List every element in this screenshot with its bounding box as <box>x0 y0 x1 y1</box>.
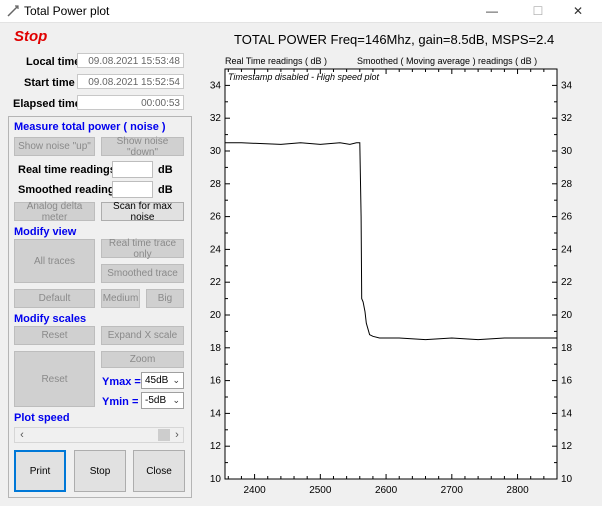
elapsed-time-label: Elapsed time <box>13 98 81 110</box>
scroll-thumb[interactable] <box>158 429 170 441</box>
close-button[interactable]: Close <box>133 450 185 492</box>
total-power-chart: Timestamp disabled - High speed plot 10 1… <box>210 68 573 496</box>
ymin-value: -5dB <box>145 395 167 406</box>
y-tick-label-left: 24 <box>210 244 222 255</box>
y-tick-label-left: 34 <box>210 80 222 91</box>
elapsed-time-field[interactable]: 00:00:53 <box>77 95 184 110</box>
medium-size-button[interactable]: Medium <box>101 289 140 308</box>
expand-x-scale-button[interactable]: Expand X scale <box>101 326 184 345</box>
ymin-label: Ymin = <box>102 396 139 408</box>
realtime-readings-label: Real time readings <box>18 164 116 176</box>
ymax-label: Ymax = <box>102 376 141 388</box>
modify-scales-title: Modify scales <box>14 313 87 325</box>
y-tick-label-right: 24 <box>561 244 573 255</box>
start-time-label: Start time <box>24 77 75 89</box>
window-title: Total Power plot <box>24 4 110 18</box>
y-tick-label-right: 10 <box>561 474 573 485</box>
y-tick-label-right: 32 <box>561 113 573 124</box>
y-tick-label-right: 20 <box>561 310 573 321</box>
smoothed-readings-label: Smoothed readings <box>18 184 121 196</box>
scan-max-noise-button[interactable]: Scan for max noise <box>101 201 184 223</box>
y-tick-label-right: 28 <box>561 179 573 190</box>
y-tick-label-right: 18 <box>561 343 573 354</box>
stop-button[interactable]: Stop <box>74 450 126 492</box>
y-tick-label-left: 12 <box>210 441 222 452</box>
all-traces-button[interactable]: All traces <box>14 239 95 283</box>
smoothed-db-unit: dB <box>158 184 173 196</box>
print-button[interactable]: Print <box>14 450 66 492</box>
y-tick-label-left: 10 <box>210 474 222 485</box>
y-tick-label-left: 28 <box>210 179 222 190</box>
smoothed-trace-button[interactable]: Smoothed trace <box>101 264 184 283</box>
local-time-label: Local time <box>26 56 81 68</box>
realtime-readings-field[interactable] <box>112 161 153 178</box>
default-size-button[interactable]: Default <box>14 289 95 308</box>
ymin-select[interactable]: -5dB ⌄ <box>141 392 184 409</box>
start-time-field[interactable]: 09.08.2021 15:52:54 <box>77 74 184 89</box>
zoom-button[interactable]: Zoom <box>101 351 184 368</box>
y-tick-label-left: 16 <box>210 376 222 387</box>
chevron-down-icon: ⌄ <box>172 375 180 385</box>
y-tick-label-left: 32 <box>210 113 222 124</box>
realtime-db-unit: dB <box>158 164 173 176</box>
y-tick-label-right: 30 <box>561 146 573 157</box>
minimize-button[interactable]: — <box>470 0 514 22</box>
plot-title: TOTAL POWER Freq=146Mhz, gain=8.5dB, MSP… <box>234 32 555 47</box>
big-size-button[interactable]: Big <box>146 289 184 308</box>
chevron-down-icon: ⌄ <box>172 395 180 405</box>
show-noise-up-button[interactable]: Show noise "up" <box>14 137 95 156</box>
y-tick-label-right: 16 <box>561 376 573 387</box>
y-tick-label-left: 30 <box>210 146 222 157</box>
plot-speed-title: Plot speed <box>14 412 70 424</box>
measure-section-title: Measure total power ( noise ) <box>14 121 166 133</box>
y-tick-label-right: 22 <box>561 277 573 288</box>
y-tick-label-left: 18 <box>210 343 222 354</box>
maximize-button[interactable]: ☐ <box>516 0 560 22</box>
y-tick-label-left: 22 <box>210 277 222 288</box>
y-tick-label-right: 14 <box>561 408 573 419</box>
y-tick-label-right: 34 <box>561 80 573 91</box>
x-tick-label: 2400 <box>243 485 266 496</box>
y-tick-label-right: 26 <box>561 212 573 223</box>
status-stop-label: Stop <box>14 28 48 45</box>
plot-speed-scrollbar[interactable]: ‹ › <box>14 427 184 443</box>
show-noise-down-button[interactable]: Show noise "down" <box>101 136 184 158</box>
x-tick-label: 2700 <box>441 485 464 496</box>
plot-annotation: Timestamp disabled - High speed plot <box>228 72 379 82</box>
plot-frame <box>224 68 558 480</box>
chevron-left-icon[interactable]: ‹ <box>15 428 29 442</box>
title-bar: Total Power plot — ☐ ✕ <box>0 0 602 23</box>
x-tick-label: 2800 <box>506 485 529 496</box>
y-tick-label-left: 26 <box>210 212 222 223</box>
reset-zoom-button[interactable]: Reset <box>14 351 95 407</box>
realtime-trace-only-button[interactable]: Real time trace only <box>101 238 184 260</box>
close-window-button[interactable]: ✕ <box>556 0 600 22</box>
smoothed-readings-field[interactable] <box>112 181 153 198</box>
y-tick-label-left: 14 <box>210 408 222 419</box>
y-tick-label-right: 12 <box>561 441 573 452</box>
x-tick-label: 2600 <box>375 485 398 496</box>
ymax-select[interactable]: 45dB ⌄ <box>141 372 184 389</box>
reset-scale-button[interactable]: Reset <box>14 326 95 345</box>
app-icon <box>7 5 19 17</box>
ymax-value: 45dB <box>145 375 169 386</box>
y-tick-label-left: 20 <box>210 310 222 321</box>
analog-delta-meter-button[interactable]: Analog delta meter <box>14 201 95 223</box>
x-tick-label: 2500 <box>309 485 332 496</box>
modify-view-title: Modify view <box>14 226 77 238</box>
chevron-right-icon[interactable]: › <box>170 428 184 442</box>
local-time-field[interactable]: 09.08.2021 15:53:48 <box>77 53 184 68</box>
